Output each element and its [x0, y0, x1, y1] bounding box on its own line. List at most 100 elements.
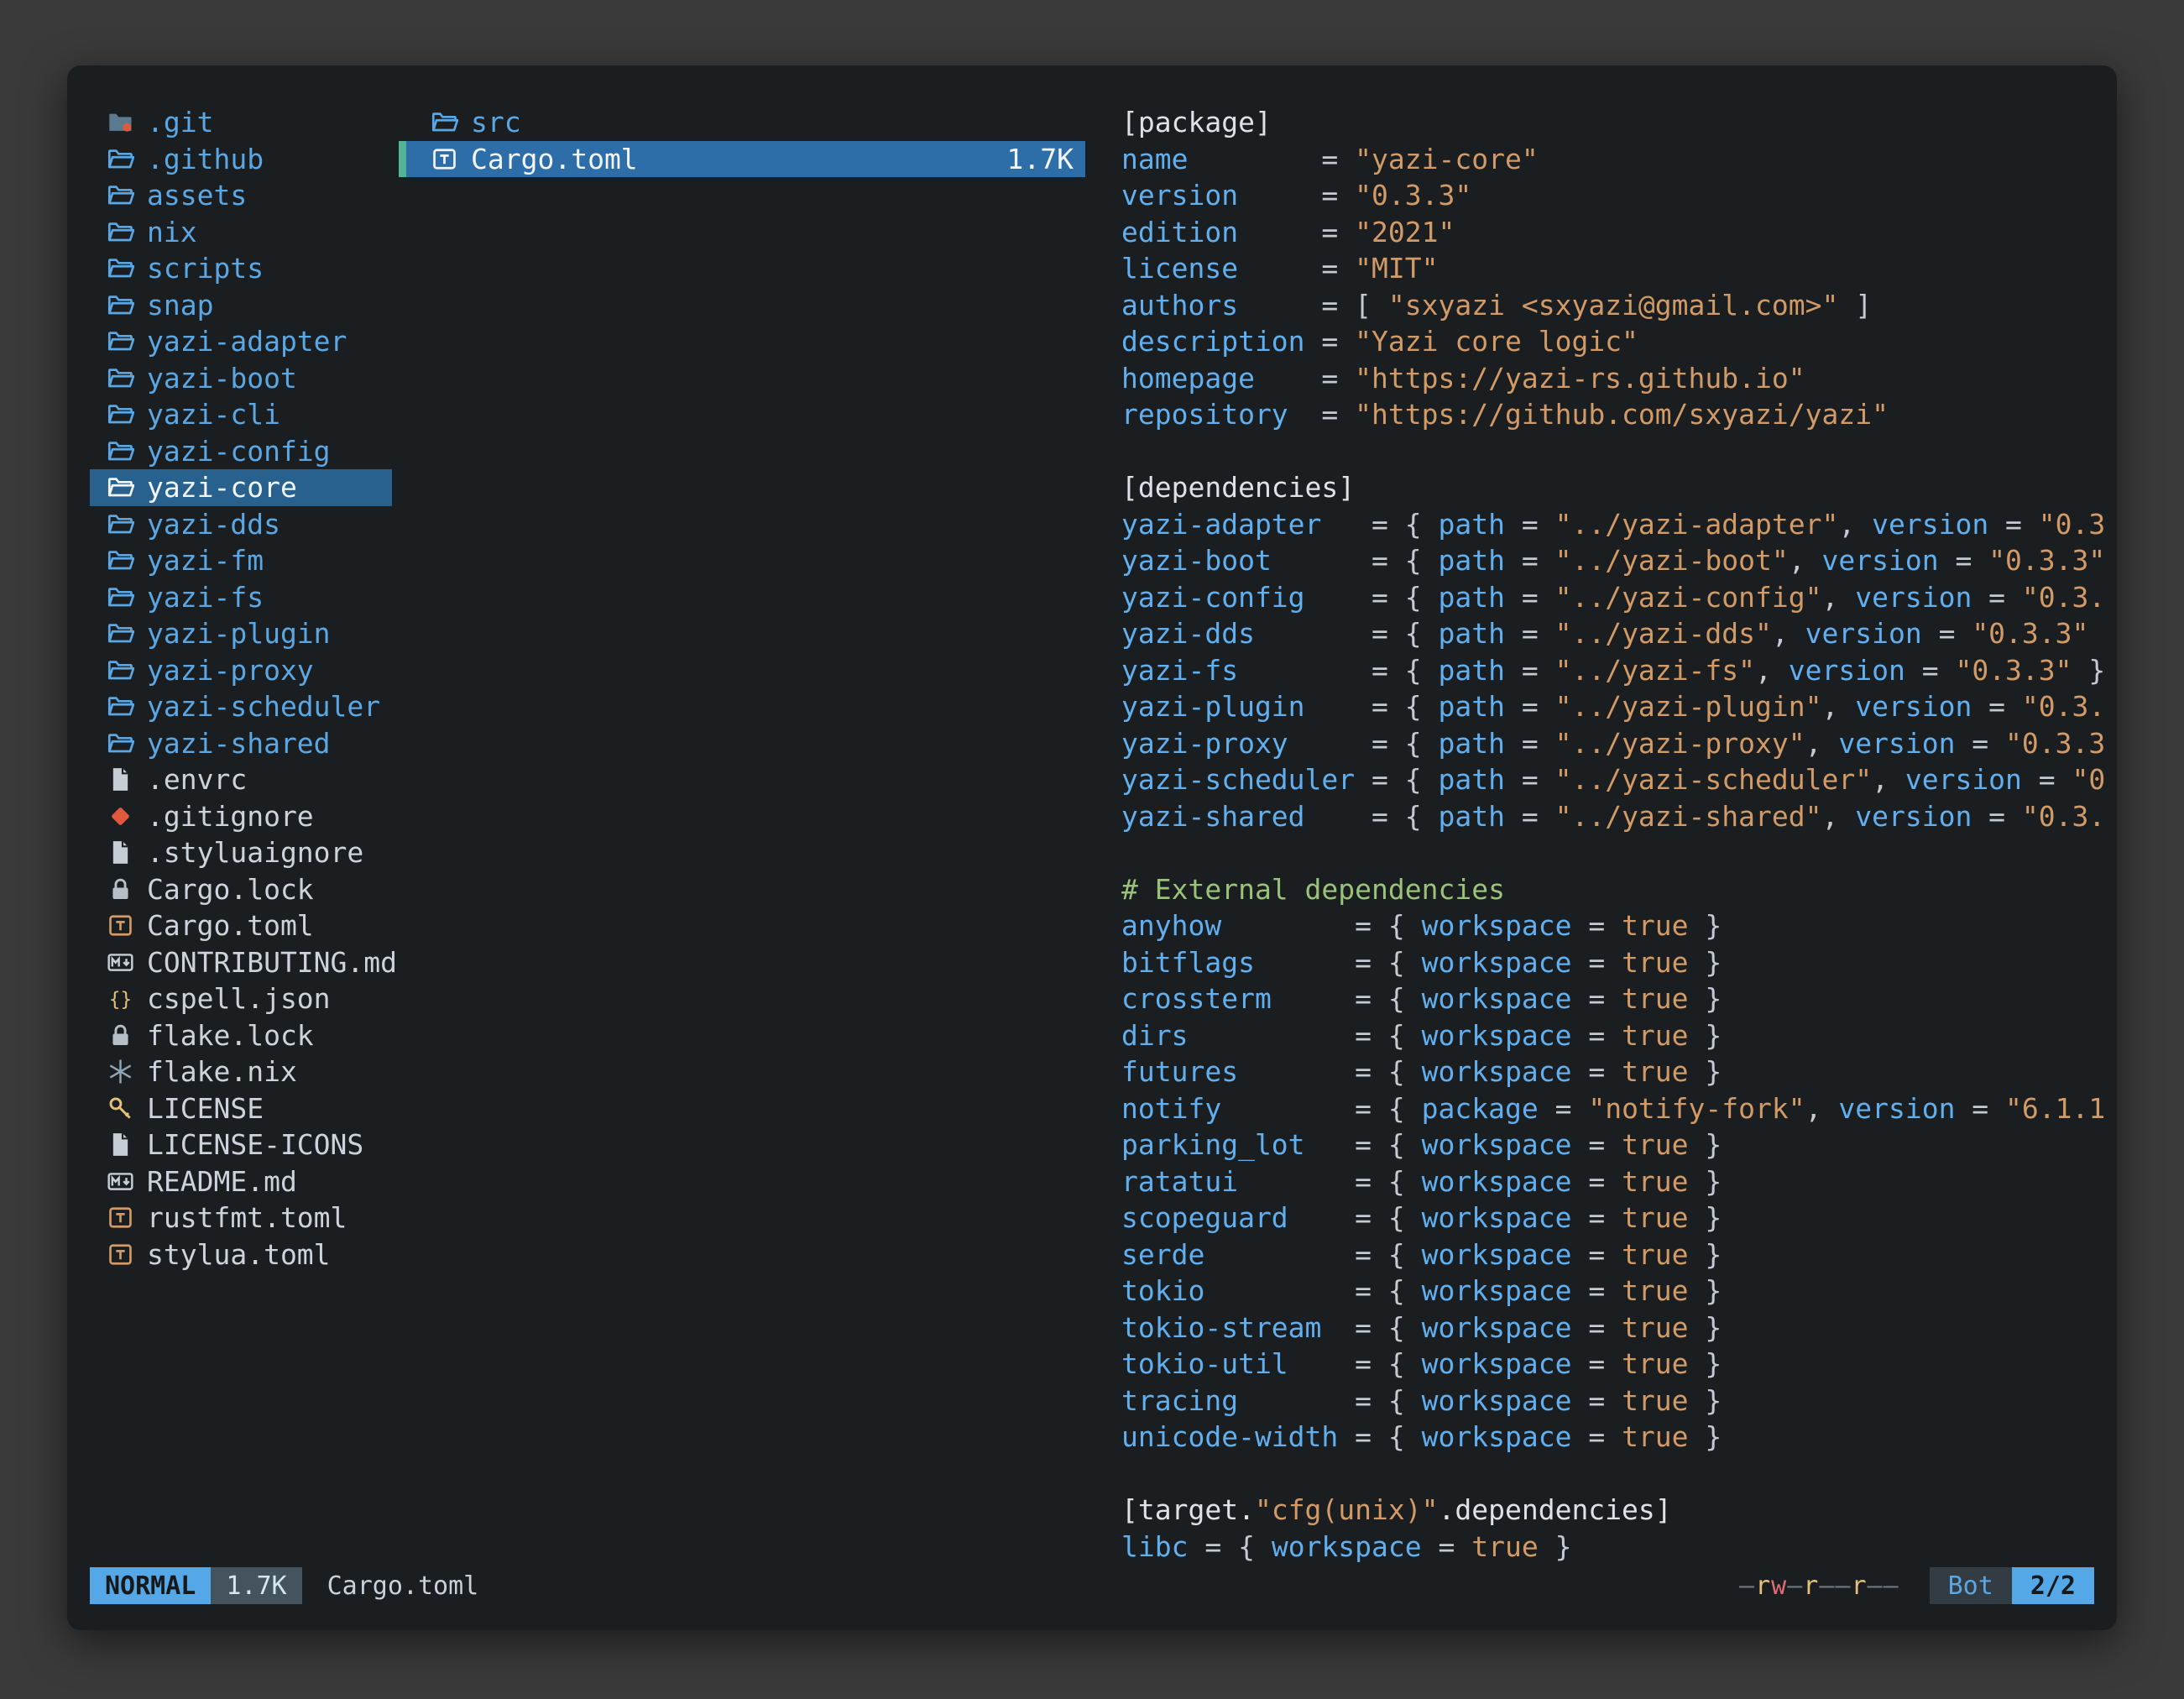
- dir-row[interactable]: yazi-core: [90, 469, 392, 506]
- file-name: Cargo.lock: [147, 871, 314, 908]
- file-name: README.md: [147, 1163, 297, 1200]
- file-name: yazi-adapter: [147, 323, 347, 360]
- file-name: yazi-proxy: [147, 652, 314, 689]
- folder-open-icon: [107, 656, 134, 684]
- markdown-icon: [107, 949, 134, 976]
- code-line: tokio = { workspace = true }: [1121, 1273, 2110, 1310]
- status-right-group: –rw–r––r–– Bot 2/2: [1739, 1567, 2094, 1604]
- dir-row[interactable]: yazi-scheduler: [90, 688, 392, 725]
- code-line: # External dependencies: [1121, 871, 2110, 908]
- code-line: yazi-config = { path = "../yazi-config",…: [1121, 579, 2110, 616]
- file-row[interactable]: stylua.toml: [90, 1236, 392, 1273]
- code-line: tokio-stream = { workspace = true }: [1121, 1310, 2110, 1346]
- dir-row[interactable]: yazi-fm: [90, 542, 392, 579]
- file-name: LICENSE: [147, 1090, 264, 1127]
- folder-open-icon: [431, 108, 458, 136]
- file-name: .styluaignore: [147, 834, 363, 871]
- code-line: repository = "https://github.com/sxyazi/…: [1121, 396, 2110, 433]
- dir-row[interactable]: yazi-plugin: [90, 615, 392, 652]
- dir-row[interactable]: .github: [90, 141, 392, 178]
- markdown-icon: [107, 1168, 134, 1195]
- file-row[interactable]: Cargo.toml: [90, 907, 392, 944]
- file-row[interactable]: .styluaignore: [90, 834, 392, 871]
- file-row[interactable]: .gitignore: [90, 798, 392, 835]
- file-size: 1.7K: [1007, 141, 1074, 178]
- file-name: .git: [147, 104, 213, 141]
- code-line: yazi-plugin = { path = "../yazi-plugin",…: [1121, 688, 2110, 725]
- file-name: yazi-fm: [147, 542, 264, 579]
- file-row[interactable]: Cargo.toml 1.7K: [399, 141, 1085, 178]
- code-line: yazi-fs = { path = "../yazi-fs", version…: [1121, 652, 2110, 689]
- file-row[interactable]: CONTRIBUTING.md: [90, 944, 392, 981]
- toml-icon: [431, 145, 458, 173]
- code-line: notify = { package = "notify-fork", vers…: [1121, 1090, 2110, 1127]
- dir-row[interactable]: yazi-config: [90, 433, 392, 470]
- status-bar: NORMAL 1.7K Cargo.toml –rw–r––r–– Bot 2/…: [90, 1566, 2094, 1605]
- code-line: name = "yazi-core": [1121, 141, 2110, 178]
- code-line: parking_lot = { workspace = true }: [1121, 1127, 2110, 1163]
- code-line: crossterm = { workspace = true }: [1121, 980, 2110, 1017]
- app-window: .git.githubassetsnixscriptssnapyazi-adap…: [67, 65, 2117, 1630]
- dir-row[interactable]: scripts: [90, 250, 392, 287]
- file-row[interactable]: flake.nix: [90, 1053, 392, 1090]
- code-line: homepage = "https://yazi-rs.github.io": [1121, 360, 2110, 397]
- folder-open-icon: [107, 364, 134, 392]
- toml-icon: [107, 1241, 134, 1268]
- file-row[interactable]: rustfmt.toml: [90, 1200, 392, 1236]
- dir-row[interactable]: yazi-dds: [90, 506, 392, 543]
- code-line: futures = { workspace = true }: [1121, 1053, 2110, 1090]
- file-row[interactable]: LICENSE: [90, 1090, 392, 1127]
- file-name: assets: [147, 177, 247, 214]
- dir-row[interactable]: yazi-boot: [90, 360, 392, 397]
- code-line: scopeguard = { workspace = true }: [1121, 1200, 2110, 1236]
- file-row[interactable]: flake.lock: [90, 1017, 392, 1054]
- dir-row[interactable]: src: [399, 104, 1085, 141]
- file-row[interactable]: Cargo.lock: [90, 871, 392, 908]
- dir-row[interactable]: yazi-adapter: [90, 323, 392, 360]
- file-row[interactable]: README.md: [90, 1163, 392, 1200]
- folder-open-icon: [107, 729, 134, 757]
- code-line: version = "0.3.3": [1121, 177, 2110, 214]
- folder-open-icon: [107, 181, 134, 209]
- file-name: yazi-config: [147, 433, 331, 470]
- folder-open-icon: [107, 291, 134, 319]
- dir-row[interactable]: yazi-cli: [90, 396, 392, 433]
- parent-pane: .git.githubassetsnixscriptssnapyazi-adap…: [90, 104, 392, 1273]
- dir-row[interactable]: nix: [90, 214, 392, 251]
- dir-row[interactable]: snap: [90, 287, 392, 324]
- file-name: src: [471, 104, 521, 141]
- file-row[interactable]: LICENSE-ICONS: [90, 1127, 392, 1163]
- code-line: [1121, 1456, 2110, 1493]
- file-icon: [107, 766, 134, 793]
- file-name: yazi-cli: [147, 396, 280, 433]
- file-name: yazi-plugin: [147, 615, 331, 652]
- file-name: cspell.json: [147, 980, 331, 1017]
- dir-row[interactable]: yazi-proxy: [90, 652, 392, 689]
- folder-open-icon: [107, 254, 134, 282]
- folder-open-icon: [107, 473, 134, 501]
- code-line: yazi-scheduler = { path = "../yazi-sched…: [1121, 761, 2110, 798]
- dir-row[interactable]: assets: [90, 177, 392, 214]
- dir-row[interactable]: yazi-fs: [90, 579, 392, 616]
- file-name: yazi-boot: [147, 360, 297, 397]
- file-name: scripts: [147, 250, 264, 287]
- mode-badge: NORMAL: [90, 1567, 211, 1604]
- file-row[interactable]: .envrc: [90, 761, 392, 798]
- dir-row[interactable]: .git: [90, 104, 392, 141]
- file-name: .gitignore: [147, 798, 314, 835]
- file-name: Cargo.toml: [471, 141, 638, 178]
- code-line: yazi-dds = { path = "../yazi-dds", versi…: [1121, 615, 2110, 652]
- file-name: Cargo.toml: [147, 907, 314, 944]
- file-name: .github: [147, 141, 264, 178]
- code-line: yazi-boot = { path = "../yazi-boot", ver…: [1121, 542, 2110, 579]
- dir-row[interactable]: yazi-shared: [90, 725, 392, 762]
- code-line: tracing = { workspace = true }: [1121, 1383, 2110, 1419]
- code-line: ratatui = { workspace = true }: [1121, 1163, 2110, 1200]
- file-name: flake.nix: [147, 1053, 297, 1090]
- status-filename: Cargo.toml: [327, 1571, 479, 1601]
- folder-open-icon: [107, 546, 134, 574]
- code-line: yazi-proxy = { path = "../yazi-proxy", v…: [1121, 725, 2110, 762]
- file-row[interactable]: {}cspell.json: [90, 980, 392, 1017]
- code-line: [1121, 834, 2110, 871]
- permissions: –rw–r––r––: [1739, 1571, 1899, 1601]
